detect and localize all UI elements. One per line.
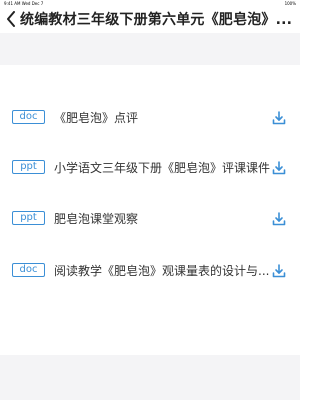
download-icon[interactable] [272,110,286,125]
file-title: 《肥皂泡》点评 [54,110,139,125]
file-type-badge: ppt [12,160,45,174]
file-item[interactable]: ppt 肥皂泡课堂观察 [0,204,300,232]
file-type-badge: doc [12,110,45,124]
file-type-badge: doc [12,263,45,277]
content-area: doc 《肥皂泡》点评 ppt 小学语文三年级下册《肥皂泡》评课课件 ppt 肥… [0,33,300,400]
download-icon[interactable] [272,263,286,278]
status-time: 9:41 AM [4,1,21,6]
page-title: 统编教材三年级下册第六单元《肥皂泡》... [20,12,293,28]
file-title: 小学语文三年级下册《肥皂泡》评课课件 [54,160,270,175]
nav-header: 统编教材三年级下册第六单元《肥皂泡》... [0,7,300,31]
file-title: 阅读教学《肥皂泡》观课量表的设计与... [54,263,270,278]
file-item[interactable]: doc 阅读教学《肥皂泡》观课量表的设计与... [0,256,300,284]
status-date: Wed Dec 7 [21,1,44,6]
chevron-left-icon[interactable] [2,7,20,31]
file-item[interactable]: doc 《肥皂泡》点评 [0,103,300,131]
download-icon[interactable] [272,160,286,175]
file-item[interactable]: ppt 小学语文三年级下册《肥皂泡》评课课件 [0,153,300,181]
file-title: 肥皂泡课堂观察 [54,211,139,226]
file-type-badge: ppt [12,211,45,225]
download-icon[interactable] [272,211,286,226]
file-list: doc 《肥皂泡》点评 ppt 小学语文三年级下册《肥皂泡》评课课件 ppt 肥… [0,65,300,355]
